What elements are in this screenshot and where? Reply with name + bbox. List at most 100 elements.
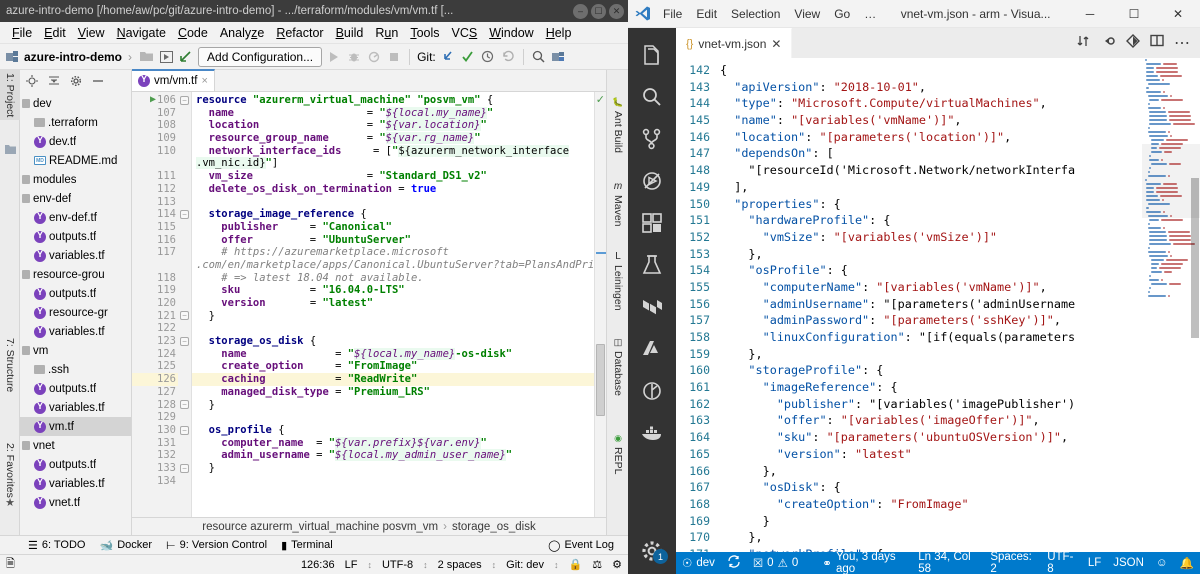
collapse-all-icon[interactable]: [46, 73, 62, 89]
menu-edit[interactable]: Edit: [38, 24, 72, 42]
puppet-icon[interactable]: [628, 370, 676, 412]
tool-button-terminal[interactable]: ▮ Terminal: [281, 539, 333, 552]
hide-icon[interactable]: [1100, 34, 1116, 53]
vscode-code-line[interactable]: "sku": "[parameters('ubuntuOSVersion')]"…: [720, 429, 1142, 446]
caret-position[interactable]: 126:36: [301, 559, 335, 571]
menu-more[interactable]: …: [857, 5, 883, 23]
menu-view[interactable]: View: [787, 5, 827, 23]
sidebar-item-repl[interactable]: ◉ REPL: [607, 430, 629, 477]
tree-item[interactable]: vnet.tf: [20, 493, 131, 512]
tree-item[interactable]: .terraform: [20, 113, 131, 132]
add-configuration-button[interactable]: Add Configuration...: [198, 46, 323, 67]
vscode-code-line[interactable]: "adminPassword": "[parameters('sshKey')]…: [720, 312, 1142, 329]
testing-icon[interactable]: [628, 244, 676, 286]
tree-item[interactable]: MD README.md: [20, 151, 131, 170]
breadcrumb-block[interactable]: storage_os_disk: [452, 521, 536, 533]
fold-toggle-icon[interactable]: −: [180, 311, 189, 321]
vscode-maximize-button[interactable]: ☐: [1112, 0, 1156, 28]
open-preview-icon[interactable]: [158, 49, 174, 65]
vscode-code-line[interactable]: "osDisk": {: [720, 479, 1142, 496]
sidebar-item-maven[interactable]: m Maven: [607, 178, 629, 230]
tree-item[interactable]: resource-grou: [20, 265, 131, 284]
folder-icon[interactable]: [138, 49, 154, 65]
tool-button-docker[interactable]: 🐋 Docker: [99, 539, 152, 552]
status-widget-icon[interactable]: 🗎: [6, 555, 15, 574]
vscode-code-line[interactable]: ],: [720, 179, 1142, 196]
coverage-icon[interactable]: [366, 49, 382, 65]
fold-toggle-icon[interactable]: −: [180, 336, 189, 346]
fold-toggle-icon[interactable]: −: [180, 425, 189, 435]
indent-setting[interactable]: 2 spaces: [438, 559, 482, 571]
settings-icon[interactable]: ⚙: [612, 558, 622, 571]
vscode-code-line[interactable]: "publisher": "[variables('imagePublisher…: [720, 396, 1142, 413]
tree-item[interactable]: vnet: [20, 436, 131, 455]
sync-icon[interactable]: [727, 555, 741, 571]
scrollbar-thumb[interactable]: [596, 344, 605, 416]
close-button[interactable]: ✕: [609, 3, 624, 19]
vscode-code-line[interactable]: "type": "Microsoft.Compute/virtualMachin…: [720, 95, 1142, 112]
sidebar-item-project[interactable]: 1: Project: [0, 70, 20, 121]
tree-item[interactable]: env-def.tf: [20, 208, 131, 227]
run-gutter-icon[interactable]: ▶: [150, 94, 156, 107]
explorer-icon[interactable]: [628, 34, 676, 76]
diff-icon[interactable]: [1126, 33, 1140, 53]
menu-analyze[interactable]: Analyze: [214, 24, 270, 42]
menu-edit[interactable]: Edit: [689, 5, 724, 23]
tool-button-todo[interactable]: ☰ 6: TODO: [28, 539, 85, 552]
vscode-code-line[interactable]: "location": "[parameters('location')]",: [720, 129, 1142, 146]
git-history-icon[interactable]: [480, 49, 496, 65]
git-commit-icon[interactable]: [460, 49, 476, 65]
menu-refactor[interactable]: Refactor: [270, 24, 329, 42]
hide-panel-icon[interactable]: [90, 73, 106, 89]
menu-navigate[interactable]: Navigate: [111, 24, 172, 42]
vscode-code-line[interactable]: "name": "[variables('vmName')]",: [720, 112, 1142, 129]
smiley-icon[interactable]: ☺: [1156, 557, 1168, 569]
status-encoding[interactable]: UTF-8: [1047, 551, 1076, 574]
tree-item[interactable]: vm.tf: [20, 417, 131, 436]
vscode-code-line[interactable]: },: [720, 529, 1142, 546]
menu-help[interactable]: Help: [540, 24, 578, 42]
vscode-code-line[interactable]: "linuxConfiguration": "[if(equals(parame…: [720, 329, 1142, 346]
run-debug-icon[interactable]: [628, 160, 676, 202]
debug-icon[interactable]: [346, 49, 362, 65]
tree-item[interactable]: outputs.tf: [20, 227, 131, 246]
extensions-icon[interactable]: [628, 202, 676, 244]
git-branch-status[interactable]: Git: dev: [506, 559, 544, 571]
git-update-icon[interactable]: [440, 49, 456, 65]
project-breadcrumb[interactable]: azure-intro-demo: [24, 50, 122, 64]
code-folding-column[interactable]: − − − − − − −: [178, 92, 192, 517]
vscode-code-line[interactable]: "createOption": "FromImage": [720, 496, 1142, 513]
vscode-code-line[interactable]: "storageProfile": {: [720, 362, 1142, 379]
file-encoding[interactable]: UTF-8: [382, 559, 413, 571]
terraform-icon[interactable]: [628, 286, 676, 328]
tree-item[interactable]: dev: [20, 94, 131, 113]
tree-item[interactable]: modules: [20, 170, 131, 189]
vscode-code-line[interactable]: "dependsOn": [: [720, 145, 1142, 162]
menu-build[interactable]: Build: [330, 24, 370, 42]
vscode-code-line[interactable]: },: [720, 463, 1142, 480]
menu-tools[interactable]: Tools: [404, 24, 445, 42]
sidebar-item-ant-build[interactable]: 🐛 Ant Build: [607, 94, 629, 156]
tree-item[interactable]: variables.tf: [20, 398, 131, 417]
azure-icon[interactable]: [628, 328, 676, 370]
maximize-button[interactable]: ☐: [591, 3, 606, 19]
line-separator[interactable]: LF: [345, 559, 358, 571]
source-control-icon[interactable]: [628, 118, 676, 160]
docker-icon[interactable]: [628, 412, 676, 454]
status-language-mode[interactable]: JSON: [1113, 557, 1144, 569]
locate-icon[interactable]: [24, 73, 40, 89]
minimize-button[interactable]: –: [573, 3, 588, 19]
close-icon[interactable]: ✕: [771, 37, 781, 51]
vscode-code-line[interactable]: },: [720, 246, 1142, 263]
vscode-code-line[interactable]: "imageReference": {: [720, 379, 1142, 396]
search-icon[interactable]: [628, 76, 676, 118]
vscode-scrollbar[interactable]: [1190, 58, 1200, 552]
more-actions-icon[interactable]: ⋯: [1174, 33, 1190, 53]
menu-run[interactable]: Run: [369, 24, 404, 42]
tree-item[interactable]: outputs.tf: [20, 455, 131, 474]
menu-go[interactable]: Go: [827, 5, 857, 23]
vscode-minimize-button[interactable]: ─: [1068, 0, 1112, 28]
split-toggle-icon[interactable]: [1076, 34, 1090, 53]
fold-toggle-icon[interactable]: −: [180, 209, 189, 219]
status-blame[interactable]: ⚭ You, 3 days ago: [822, 551, 906, 574]
